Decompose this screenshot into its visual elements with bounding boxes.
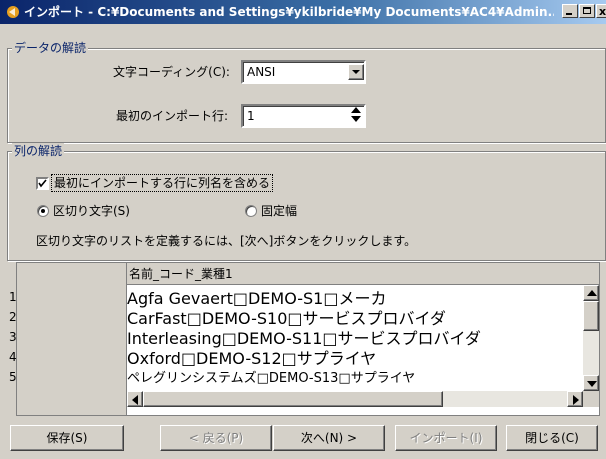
encoding-value: ANSI <box>247 65 276 79</box>
window-title: インポート - C:¥Documents and Settings¥ykilbr… <box>24 5 554 19</box>
import-button[interactable]: インポート(I) <box>395 425 497 451</box>
preview-row: Agfa Gevaert□DEMO-S1□メーカ <box>127 289 387 308</box>
close-button[interactable]: 閉じる(C) <box>506 425 598 451</box>
column-group-legend: 列の解読 <box>12 143 65 159</box>
arrow-left-icon <box>132 395 138 405</box>
encoding-label: 文字コーディング(C): <box>113 65 230 79</box>
app-icon <box>7 6 19 18</box>
arrow-up-icon <box>587 290 597 296</box>
row-number: 1 <box>9 290 17 304</box>
row-number: 2 <box>9 310 17 324</box>
preview-row: CarFast□DEMO-S10□サービスプロバイダ <box>127 309 446 328</box>
delimiter-instruction: 区切り文字のリストを定義するには、[次へ]ボタンをクリックします。 <box>36 234 417 248</box>
include-names-label[interactable]: 最初にインポートする行に列名を含める <box>51 174 274 192</box>
first-line-label: 最初のインポート行: <box>116 109 229 123</box>
spin-down-icon[interactable] <box>351 116 361 122</box>
save-button[interactable]: 保存(S) <box>10 425 124 451</box>
minimize-button[interactable] <box>562 4 578 18</box>
delimited-label[interactable]: 区切り文字(S) <box>53 202 130 220</box>
preview-row: Oxford□DEMO-S12□サプライヤ <box>127 349 377 368</box>
preview-row: ペレグリンシステムズ□DEMO-S13□サプライヤ <box>127 371 416 386</box>
scroll-left-button[interactable] <box>127 391 143 407</box>
include-names-checkbox[interactable] <box>36 177 49 190</box>
maximize-button[interactable] <box>579 4 595 18</box>
scroll-right-button[interactable] <box>567 391 583 407</box>
arrow-right-icon <box>573 395 579 405</box>
first-line-field[interactable]: 1 <box>241 104 366 128</box>
data-group-legend: データの解読 <box>12 40 89 56</box>
arrow-down-icon <box>587 381 597 387</box>
vertical-scrollbar[interactable] <box>583 285 599 391</box>
next-button[interactable]: 次へ(N) > <box>273 425 385 451</box>
fixed-width-label[interactable]: 固定幅 <box>261 202 297 220</box>
scroll-down-button[interactable] <box>583 375 599 391</box>
scroll-up-button[interactable] <box>583 285 599 301</box>
horizontal-scroll-thumb[interactable] <box>143 391 443 407</box>
row-number: 5 <box>9 370 17 384</box>
row-number: 3 <box>9 330 17 344</box>
check-icon <box>38 179 47 188</box>
size-grip[interactable] <box>583 391 599 407</box>
encoding-select[interactable]: ANSI <box>241 60 366 84</box>
row-header-column: 1 2 3 4 5 <box>9 263 127 415</box>
encoding-dropdown-button[interactable] <box>348 64 364 80</box>
horizontal-scrollbar[interactable] <box>127 391 583 407</box>
title-bar[interactable]: インポート - C:¥Documents and Settings¥ykilbr… <box>0 0 606 24</box>
chevron-down-icon <box>352 70 360 74</box>
first-line-spinner[interactable] <box>348 107 364 125</box>
preview-row: Interleasing□DEMO-S11□サービスプロバイダ <box>127 329 481 348</box>
delimited-radio[interactable] <box>37 205 49 217</box>
vertical-scroll-thumb[interactable] <box>583 301 599 331</box>
spin-up-icon[interactable] <box>351 107 361 113</box>
back-button[interactable]: < 戻る(P) <box>160 425 272 451</box>
preview-grid[interactable]: 1 2 3 4 5 名前_コード_業種1 Agfa Gevaert□DEMO-S… <box>9 262 600 416</box>
column-header-label: 名前_コード_業種1 <box>129 267 233 281</box>
column-header[interactable]: 名前_コード_業種1 <box>127 263 599 285</box>
row-number: 4 <box>9 350 17 364</box>
close-window-button[interactable]: x <box>596 4 606 18</box>
first-line-value: 1 <box>247 109 255 123</box>
fixed-width-radio[interactable] <box>245 205 257 217</box>
